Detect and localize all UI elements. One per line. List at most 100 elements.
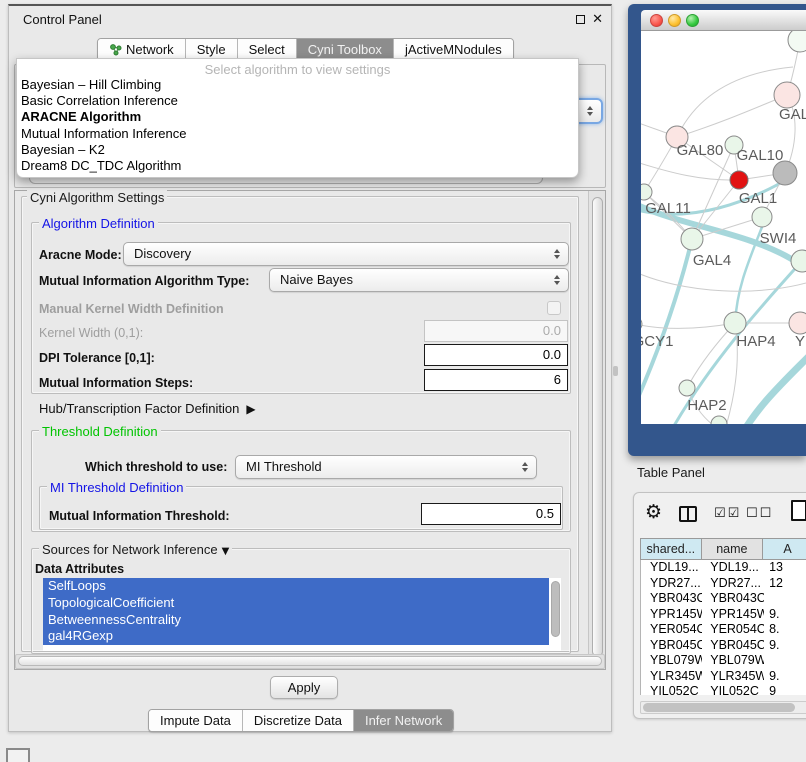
table-cell[interactable]: YIL052C xyxy=(702,684,764,695)
tab-style[interactable]: Style xyxy=(186,39,238,60)
panel-splitter-handle[interactable] xyxy=(613,366,618,376)
table-cell[interactable]: YPR145W xyxy=(641,607,702,623)
tab-network[interactable]: Network xyxy=(98,39,186,60)
network-edge[interactable] xyxy=(677,95,787,137)
table-cell[interactable]: 9. xyxy=(764,638,806,654)
attribute-list-item[interactable]: TopologicalCoefficient xyxy=(43,595,549,612)
table-column-header[interactable]: shared... xyxy=(641,539,702,559)
tab-cyni-toolbox[interactable]: Cyni Toolbox xyxy=(297,39,394,60)
minimized-window-icon[interactable] xyxy=(6,748,30,762)
attribute-list-item[interactable]: gal4RGexp xyxy=(43,628,549,645)
table-cell[interactable]: YBL079W xyxy=(641,653,702,669)
table-cell[interactable]: YER054C xyxy=(702,622,764,638)
attribute-list-item[interactable]: SelfLoops xyxy=(43,578,549,595)
network-edge[interactable] xyxy=(687,323,735,388)
table-column-header[interactable]: A xyxy=(763,539,806,559)
table-cell[interactable]: YDR27... xyxy=(641,576,702,592)
table-row[interactable]: YIL052CYIL052C9 xyxy=(641,684,806,695)
tab-infer-network[interactable]: Infer Network xyxy=(354,710,453,731)
table-cell[interactable]: 13 xyxy=(764,560,806,576)
table-cell[interactable]: 12 xyxy=(764,576,806,592)
tab-select[interactable]: Select xyxy=(238,39,297,60)
table-row[interactable]: YLR345WYLR345W9. xyxy=(641,669,806,685)
table-cell[interactable]: YDR27... xyxy=(702,576,764,592)
algorithm-option[interactable]: ARACNE Algorithm xyxy=(17,109,578,125)
attributes-scrollbar[interactable] xyxy=(551,581,560,645)
network-node[interactable] xyxy=(641,317,642,331)
table-cell[interactable] xyxy=(764,653,806,669)
settings-vertical-scrollbar[interactable] xyxy=(588,191,605,669)
algorithm-option[interactable]: Bayesian – Hill Climbing xyxy=(17,77,578,93)
split-pane-icon[interactable] xyxy=(679,506,697,522)
settings-horizontal-scrollbar-thumb[interactable] xyxy=(18,656,602,666)
network-edge[interactable] xyxy=(641,323,735,328)
aracne-mode-combobox[interactable]: Discovery xyxy=(123,242,569,266)
table-cell[interactable]: YDL19... xyxy=(702,560,764,576)
table-row[interactable]: YDR27...YDR27...12 xyxy=(641,576,806,592)
mi-algorithm-type-combobox[interactable]: Naive Bayes xyxy=(269,268,569,292)
table-row[interactable]: YBL079WYBL079W xyxy=(641,653,806,669)
table-cell[interactable]: YDL19... xyxy=(641,560,702,576)
new-table-icon[interactable] xyxy=(791,500,806,521)
table-cell[interactable]: YER054C xyxy=(641,622,702,638)
apply-button[interactable]: Apply xyxy=(270,676,338,699)
table-cell[interactable]: 8. xyxy=(764,622,806,638)
table-cell[interactable]: YLR345W xyxy=(641,669,702,685)
table-cell[interactable]: YBR045C xyxy=(702,638,764,654)
table-cell[interactable] xyxy=(764,591,806,607)
table-cell[interactable]: YLR345W xyxy=(702,669,764,685)
sources-title[interactable]: Sources for Network Inference▼ xyxy=(39,542,232,557)
network-node[interactable] xyxy=(641,184,652,200)
algorithm-option[interactable]: Bayesian – K2 xyxy=(17,142,578,158)
network-node[interactable] xyxy=(681,228,703,250)
network-node[interactable] xyxy=(679,380,695,396)
network-node[interactable] xyxy=(774,82,800,108)
manual-kernel-width-checkbox[interactable] xyxy=(547,301,561,315)
algorithm-option[interactable]: Dream8 DC_TDC Algorithm xyxy=(17,158,578,174)
network-edge[interactable] xyxy=(641,271,806,291)
algorithm-option[interactable]: Mutual Information Inference xyxy=(17,126,578,142)
table-column-header[interactable]: name xyxy=(702,539,763,559)
tab-impute-data[interactable]: Impute Data xyxy=(149,710,243,731)
close-icon[interactable]: ✕ xyxy=(592,11,603,27)
hub-definition-toggle[interactable]: Hub/Transcription Factor Definition ▶ xyxy=(39,401,256,416)
algorithm-option[interactable]: Basic Correlation Inference xyxy=(17,93,578,109)
table-cell[interactable]: 9. xyxy=(764,607,806,623)
network-node[interactable] xyxy=(789,312,806,334)
mi-steps-field[interactable]: 6 xyxy=(424,369,568,391)
gear-icon[interactable]: ⚙ xyxy=(645,501,662,523)
network-node[interactable] xyxy=(730,171,748,189)
minimize-traffic-light[interactable] xyxy=(668,14,681,27)
network-node[interactable] xyxy=(788,31,806,52)
unchecked-columns-icon[interactable]: ☐☐ xyxy=(746,506,773,521)
which-threshold-combobox[interactable]: MI Threshold xyxy=(235,455,537,479)
table-horizontal-scrollbar-thumb[interactable] xyxy=(643,703,795,712)
network-node[interactable] xyxy=(773,161,797,185)
tab-jactivemnodules[interactable]: jActiveMNodules xyxy=(394,39,513,60)
network-canvas[interactable]: GALGAL80GAL10GAL1GAL11SWI4GAL4GCY1HAP4YH… xyxy=(641,31,806,424)
table-row[interactable]: YER054CYER054C8. xyxy=(641,622,806,638)
table-cell[interactable]: 9 xyxy=(764,684,806,695)
table-cell[interactable]: YBL079W xyxy=(702,653,764,669)
network-window-titlebar[interactable] xyxy=(641,10,806,31)
network-node[interactable] xyxy=(752,207,772,227)
close-traffic-light[interactable] xyxy=(650,14,663,27)
dpi-tolerance-field[interactable]: 0.0 xyxy=(424,344,568,366)
mi-threshold-field[interactable]: 0.5 xyxy=(421,503,561,525)
settings-vertical-scrollbar-thumb[interactable] xyxy=(592,197,603,657)
zoom-traffic-light[interactable] xyxy=(686,14,699,27)
network-edge[interactable] xyxy=(741,349,806,424)
table-horizontal-scrollbar[interactable] xyxy=(640,701,806,714)
table-row[interactable]: YBR045CYBR045C9. xyxy=(641,638,806,654)
table-row[interactable]: YPR145WYPR145W9. xyxy=(641,607,806,623)
kernel-width-field[interactable]: 0.0 xyxy=(424,320,568,342)
table-cell[interactable]: YIL052C xyxy=(641,684,702,695)
attribute-list-item[interactable]: BetweennessCentrality xyxy=(43,612,549,629)
network-node[interactable] xyxy=(724,312,746,334)
float-window-icon[interactable] xyxy=(576,15,585,24)
table-cell[interactable]: YBR045C xyxy=(641,638,702,654)
network-edge[interactable] xyxy=(692,145,734,239)
settings-horizontal-scrollbar[interactable] xyxy=(15,654,605,669)
network-node[interactable] xyxy=(711,416,727,424)
attributes-scrollbar-thumb[interactable] xyxy=(551,581,560,637)
